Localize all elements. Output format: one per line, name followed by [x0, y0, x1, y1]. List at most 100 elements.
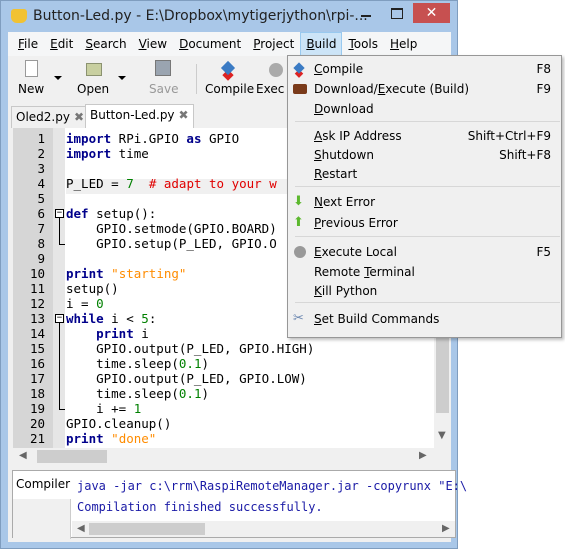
- tools-icon: ✂: [293, 311, 304, 326]
- shortcut-label: F8: [536, 62, 551, 76]
- maximize-button[interactable]: [383, 3, 409, 23]
- scroll-right-icon[interactable]: ▶: [442, 523, 450, 534]
- scroll-thumb[interactable]: [89, 523, 205, 535]
- menu-item-download-execute-build[interactable]: Download/Execute (Build) F9: [288, 79, 561, 99]
- arrow-down-icon: ⬇: [293, 194, 304, 209]
- open-button[interactable]: Open: [74, 60, 114, 96]
- new-file-icon: [24, 60, 38, 77]
- menu-view[interactable]: View: [133, 32, 173, 56]
- menu-item-kill-python[interactable]: Kill Python: [288, 281, 561, 301]
- fold-toggle-icon[interactable]: −: [55, 314, 64, 323]
- line-number: 2: [37, 146, 45, 161]
- menu-separator: [295, 121, 560, 122]
- menu-file[interactable]: File: [12, 32, 44, 56]
- code-line: def setup():: [66, 206, 157, 221]
- scroll-thumb[interactable]: [37, 450, 107, 463]
- menu-document[interactable]: Document: [173, 32, 247, 56]
- open-dropdown-icon[interactable]: [118, 76, 126, 80]
- scroll-left-icon[interactable]: ◀: [19, 450, 27, 461]
- scroll-left-icon[interactable]: ◀: [77, 523, 85, 534]
- window-title: Button-Led.py - E:\Dropbox\mytigerjython…: [33, 8, 368, 24]
- menu-item-label: Shutdown: [314, 148, 374, 162]
- code-line: print "done": [66, 431, 157, 446]
- scroll-right-icon[interactable]: ▶: [419, 450, 427, 461]
- scroll-down-icon[interactable]: ▼: [438, 430, 446, 441]
- code-line: GPIO.cleanup(): [66, 416, 172, 431]
- gears-icon: [293, 245, 307, 259]
- tab-button-led[interactable]: Button-Led.py ✖: [85, 104, 194, 128]
- save-label: Save: [149, 82, 179, 96]
- line-number: 11: [29, 281, 45, 296]
- line-number: 1: [37, 131, 45, 146]
- code-line: import time: [66, 146, 149, 161]
- menu-item-shutdown[interactable]: Shutdown Shift+F8: [288, 145, 561, 165]
- folder-icon: [86, 63, 102, 76]
- new-label: New: [18, 82, 45, 96]
- menu-item-label: Ask IP Address: [314, 129, 402, 143]
- toolbar-separator: [196, 64, 197, 94]
- close-tab-icon[interactable]: ✖: [179, 108, 189, 122]
- menu-project[interactable]: Project: [247, 32, 300, 56]
- fold-line: [59, 323, 65, 410]
- horizontal-scrollbar[interactable]: ◀ ▶: [13, 448, 434, 465]
- menu-item-execute-local[interactable]: Execute Local F5: [288, 242, 561, 262]
- menu-item-next-error[interactable]: ⬇ Next Error: [288, 192, 561, 212]
- new-button[interactable]: New: [16, 60, 46, 96]
- line-number: 10: [29, 266, 45, 281]
- code-line: GPIO.output(P_LED, GPIO.LOW): [66, 371, 307, 386]
- output-horizontal-scrollbar[interactable]: ◀ ▶: [72, 521, 455, 537]
- line-number: 4: [37, 176, 45, 191]
- tab-compiler[interactable]: Compiler: [13, 471, 71, 499]
- line-number: 12: [29, 296, 45, 311]
- menu-item-restart[interactable]: Restart: [288, 164, 561, 184]
- brick-icon: [293, 82, 307, 96]
- code-line: setup(): [66, 281, 119, 296]
- menu-item-previous-error[interactable]: ⬆ Previous Error: [288, 213, 561, 233]
- minimize-button[interactable]: [353, 3, 379, 23]
- compiler-status: Compilation finished successfully.: [77, 500, 323, 514]
- gears-icon: [269, 63, 283, 77]
- save-button[interactable]: Save: [146, 60, 180, 96]
- menu-search[interactable]: Search: [79, 32, 132, 56]
- compiler-command: java -jar c:\rrm\RaspiRemoteManager.jar …: [77, 479, 468, 493]
- compile-icon: [293, 62, 307, 76]
- close-tab-icon[interactable]: ✖: [74, 110, 84, 124]
- menu-build[interactable]: Build: [300, 32, 343, 56]
- compile-icon: [220, 60, 236, 76]
- execute-button[interactable]: Exec: [255, 60, 285, 96]
- menu-item-label: Download: [314, 102, 374, 116]
- close-button[interactable]: ✕: [413, 3, 450, 23]
- menu-separator: [295, 186, 560, 187]
- fold-toggle-icon[interactable]: −: [55, 209, 64, 218]
- menu-item-label: Restart: [314, 167, 358, 181]
- menu-help[interactable]: Help: [384, 32, 423, 56]
- line-number: 17: [29, 371, 45, 386]
- menu-item-label: Execute Local: [314, 245, 397, 259]
- compile-button[interactable]: Compile: [204, 60, 254, 96]
- line-number: 6: [37, 206, 45, 221]
- code-line: time.sleep(0.1): [66, 386, 209, 401]
- code-line: P_LED = 7 # adapt to your w: [66, 176, 277, 191]
- menu-item-ask-ip-address[interactable]: Ask IP Address Shift+Ctrl+F9: [288, 126, 561, 146]
- menu-item-label: Next Error: [314, 195, 376, 209]
- execute-label: Exec: [256, 82, 285, 96]
- menu-item-set-build-commands[interactable]: ✂ Set Build Commands: [288, 309, 561, 329]
- menu-item-label: Remote Terminal: [314, 265, 415, 279]
- menu-tools[interactable]: Tools: [342, 32, 384, 56]
- menu-item-label: Kill Python: [314, 284, 378, 298]
- fold-line: [59, 218, 65, 245]
- menu-item-compile[interactable]: Compile F8: [288, 59, 561, 79]
- tab-oled2[interactable]: Oled2.py ✖: [11, 106, 90, 128]
- compile-label: Compile: [205, 82, 255, 96]
- menu-item-download[interactable]: Download: [288, 99, 561, 119]
- menu-edit[interactable]: Edit: [44, 32, 79, 56]
- line-number: 9: [37, 251, 45, 266]
- code-line: GPIO.output(P_LED, GPIO.HIGH): [66, 341, 315, 356]
- code-line: i += 1: [66, 401, 142, 416]
- shortcut-label: Shift+F8: [499, 148, 551, 162]
- menu-item-remote-terminal[interactable]: Remote Terminal: [288, 262, 561, 282]
- code-line: time.sleep(0.1): [66, 356, 209, 371]
- tab-label: Button-Led.py: [90, 108, 175, 122]
- line-number: 20: [29, 416, 45, 431]
- new-dropdown-icon[interactable]: [54, 76, 62, 80]
